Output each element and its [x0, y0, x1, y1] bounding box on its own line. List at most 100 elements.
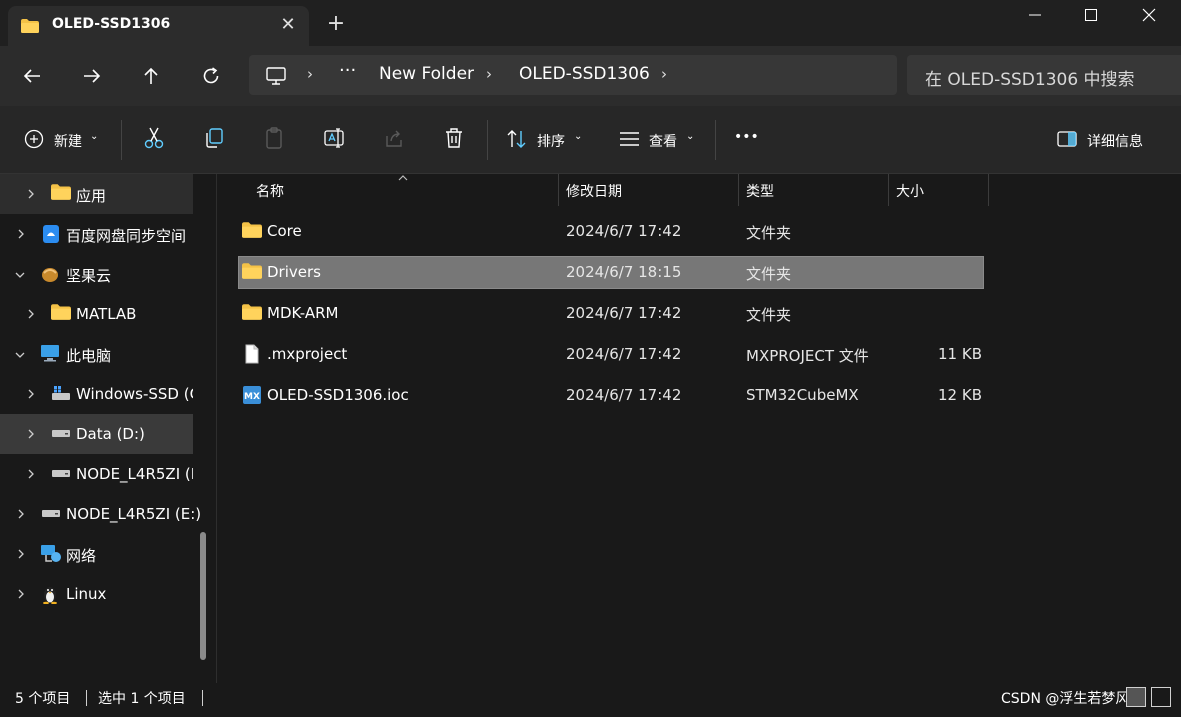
sidebar-item-this-pc[interactable]: 此电脑: [0, 334, 193, 374]
chevron-down-icon: ⌄: [574, 131, 583, 142]
sort-icon: [507, 130, 526, 148]
sidebar-scrollbar[interactable]: [200, 532, 206, 660]
tab-oled-ssd1306[interactable]: OLED-SSD1306 ✕: [8, 6, 309, 46]
sidebar-item-matlab[interactable]: MATLAB: [0, 294, 193, 334]
chevron-down-icon: ⌄: [686, 131, 695, 142]
list-view-icon: [620, 132, 639, 146]
breadcrumb-oled-ssd1306[interactable]: OLED-SSD1306: [519, 64, 650, 84]
breadcrumb-new-folder[interactable]: New Folder: [379, 64, 474, 84]
sidebar-item-data-d[interactable]: Data (D:): [0, 414, 193, 454]
chevron-right-icon[interactable]: [16, 588, 26, 604]
sidebar-item-nutstore[interactable]: 坚果云: [0, 254, 193, 294]
copy-button[interactable]: [203, 126, 225, 154]
cut-button[interactable]: [143, 126, 165, 154]
chevron-right-icon[interactable]: [26, 308, 36, 324]
file-name: Drivers: [267, 263, 321, 281]
chevron-right-icon[interactable]: ›: [486, 65, 492, 83]
file-type: MXPROJECT 文件: [746, 347, 869, 365]
chevron-right-icon[interactable]: [16, 548, 26, 564]
folder-icon: [242, 263, 262, 283]
details-pane-icon: [1057, 131, 1077, 147]
forward-button[interactable]: [80, 64, 108, 88]
view-button[interactable]: 查看 ⌄: [619, 126, 699, 154]
paste-button[interactable]: [263, 126, 285, 154]
table-row[interactable]: Core 2024/6/7 17:42 文件夹: [238, 215, 984, 248]
nutstore-icon: [40, 264, 60, 288]
folder-icon: [51, 184, 71, 204]
file-date: 2024/6/7 18:15: [566, 263, 682, 281]
chevron-right-icon[interactable]: ›: [661, 65, 667, 83]
details-view-toggle[interactable]: [1126, 687, 1146, 707]
file-type: 文件夹: [746, 224, 792, 242]
file-type: STM32CubeMX: [746, 386, 859, 404]
column-header-name[interactable]: 名称: [247, 174, 557, 206]
details-pane-button[interactable]: 详细信息: [1057, 126, 1157, 154]
sidebar-item-label: Data (D:): [76, 425, 145, 443]
command-bar: 新建 ⌄ 排序 ⌄ 查看 ⌄ ••• 详细信息: [0, 106, 1181, 174]
divider: [86, 690, 87, 706]
sort-label: 排序: [537, 134, 565, 150]
search-input[interactable]: 在 OLED-SSD1306 中搜索: [907, 55, 1181, 95]
new-button[interactable]: 新建 ⌄: [24, 126, 104, 154]
chevron-right-icon[interactable]: [26, 188, 36, 204]
table-row[interactable]: .mxproject 2024/6/7 17:42 MXPROJECT 文件 1…: [238, 338, 984, 371]
scissors-icon: [144, 127, 164, 149]
chevron-down-icon[interactable]: [14, 348, 26, 364]
chevron-right-icon[interactable]: [26, 428, 36, 444]
table-row[interactable]: MX OLED-SSD1306.ioc 2024/6/7 17:42 STM32…: [238, 379, 984, 412]
more-options-button[interactable]: •••: [734, 126, 759, 154]
sidebar-item-label: 百度网盘同步空间: [66, 227, 187, 245]
baidu-netdisk-icon: [41, 224, 61, 248]
chevron-right-icon[interactable]: [16, 508, 26, 524]
delete-button[interactable]: [443, 126, 465, 154]
column-divider[interactable]: [988, 174, 989, 206]
rename-button[interactable]: [323, 126, 347, 154]
table-row[interactable]: MDK-ARM 2024/6/7 17:42 文件夹: [238, 297, 984, 330]
sidebar-item-network[interactable]: 网络: [0, 534, 193, 574]
up-button[interactable]: [139, 64, 167, 88]
chevron-down-icon[interactable]: [14, 268, 26, 284]
divider: [202, 690, 203, 706]
close-tab-icon[interactable]: ✕: [276, 14, 300, 38]
share-button[interactable]: [383, 126, 405, 154]
sidebar-item-node-e-nested[interactable]: NODE_L4R5ZI (E: [0, 454, 193, 494]
file-icon: [245, 344, 259, 368]
address-bar[interactable]: › ··· New Folder › OLED-SSD1306 ›: [249, 55, 897, 95]
table-row-selected[interactable]: Drivers 2024/6/7 18:15 文件夹: [238, 256, 984, 289]
back-button[interactable]: [20, 64, 48, 88]
file-type: 文件夹: [746, 306, 792, 324]
minimize-button[interactable]: [1006, 0, 1064, 30]
more-icon: •••: [734, 129, 759, 145]
more-locations-button[interactable]: ···: [339, 60, 356, 81]
chevron-right-icon[interactable]: [26, 468, 36, 484]
sidebar-item-linux[interactable]: Linux: [0, 574, 193, 614]
column-header-label: 名称: [256, 184, 284, 200]
chevron-down-icon: ⌄: [90, 131, 99, 142]
column-header-size[interactable]: 大小: [889, 174, 987, 206]
selection-count: 选中 1 个项目: [98, 691, 186, 707]
sidebar-item-windows-ssd[interactable]: Windows-SSD (C: [0, 374, 193, 414]
refresh-button[interactable]: [199, 64, 227, 88]
column-header-label: 大小: [896, 184, 924, 200]
sidebar-item-apps[interactable]: 应用: [0, 174, 193, 214]
tiles-view-toggle[interactable]: [1151, 687, 1171, 707]
new-tab-button[interactable]: +: [324, 13, 348, 37]
details-label: 详细信息: [1087, 134, 1143, 150]
file-size: 12 KB: [938, 386, 982, 404]
close-window-button[interactable]: [1120, 0, 1178, 30]
sidebar-item-node-e[interactable]: NODE_L4R5ZI (E:): [0, 494, 201, 534]
network-icon: [40, 544, 62, 568]
chevron-right-icon[interactable]: [16, 228, 26, 244]
maximize-button[interactable]: [1062, 0, 1120, 30]
plus-circle-icon: [24, 129, 44, 149]
sort-button[interactable]: 排序 ⌄: [506, 126, 586, 154]
chevron-right-icon[interactable]: ›: [307, 65, 313, 83]
column-header-type[interactable]: 类型: [739, 174, 887, 206]
this-pc-icon[interactable]: [265, 66, 287, 90]
navigation-bar: › ··· New Folder › OLED-SSD1306 › 在 OLED…: [0, 46, 1181, 106]
sidebar-item-baidu-netdisk[interactable]: 百度网盘同步空间: [0, 214, 193, 254]
divider: [121, 120, 122, 160]
chevron-right-icon[interactable]: [26, 388, 36, 404]
sidebar-item-label: NODE_L4R5ZI (E:): [66, 505, 202, 523]
column-header-date[interactable]: 修改日期: [559, 174, 737, 206]
